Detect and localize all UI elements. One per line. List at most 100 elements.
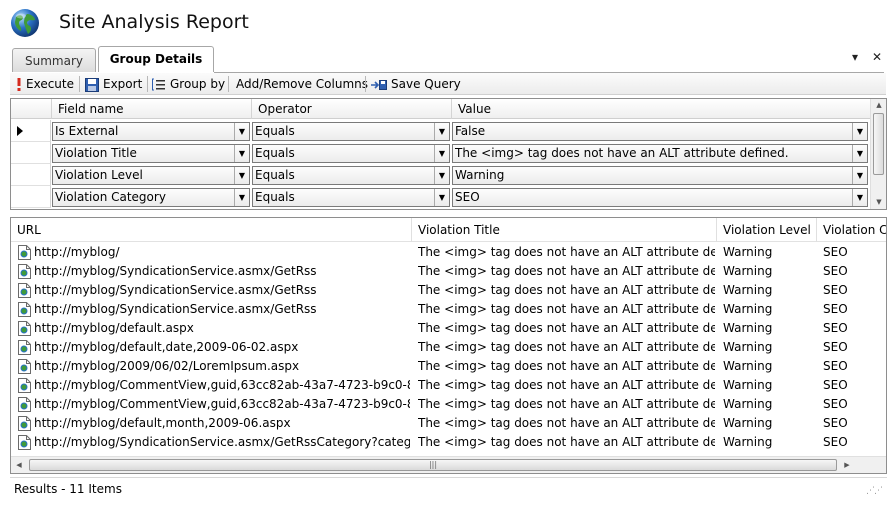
- scroll-left-icon[interactable]: ◀: [11, 457, 27, 473]
- violation-title-cell: The <img> tag does not have an ALT attri…: [418, 416, 715, 430]
- query-grid-scrollbar[interactable]: ▲ ▼: [870, 99, 886, 209]
- violation-category-cell: SEO: [823, 283, 848, 297]
- resize-grip-icon[interactable]: ⋰⋰: [866, 486, 883, 496]
- value-value: SEO: [455, 190, 480, 204]
- row-header[interactable]: [11, 142, 51, 164]
- execute-button[interactable]: Execute: [16, 76, 74, 93]
- operator-dropdown[interactable]: Equals ▼: [252, 166, 450, 185]
- scrollbar-thumb[interactable]: |||: [29, 459, 837, 471]
- tab-dropdown-icon[interactable]: ▾: [852, 50, 858, 64]
- violation-level-cell: Warning: [723, 302, 773, 316]
- scroll-up-icon[interactable]: ▲: [871, 99, 886, 112]
- save-disk-icon: [85, 77, 99, 92]
- violation-title-cell: The <img> tag does not have an ALT attri…: [418, 378, 715, 392]
- column-header-violation-title[interactable]: Violation Title: [412, 218, 717, 242]
- chevron-down-icon: ▼: [234, 167, 249, 184]
- column-header-violation-level[interactable]: Violation Level: [717, 218, 817, 242]
- scroll-right-icon[interactable]: ▶: [839, 457, 855, 473]
- value-dropdown[interactable]: False ▼: [452, 122, 868, 141]
- chevron-down-icon: ▼: [852, 123, 867, 140]
- value-dropdown[interactable]: SEO ▼: [452, 188, 868, 207]
- web-page-icon: [18, 378, 31, 393]
- column-header-url[interactable]: URL: [11, 218, 412, 242]
- table-row[interactable]: http://myblog/CommentView,guid,63cc82ab-…: [11, 376, 886, 395]
- tab-strip: Summary Group Details: [12, 46, 882, 72]
- table-row[interactable]: http://myblog/CommentView,guid,63cc82ab-…: [11, 395, 886, 414]
- chevron-down-icon: ▼: [852, 189, 867, 206]
- row-header[interactable]: [11, 186, 51, 208]
- operator-dropdown[interactable]: Equals ▼: [252, 122, 450, 141]
- table-row[interactable]: http://myblog/default.aspx The <img> tag …: [11, 319, 886, 338]
- column-header-violation-category[interactable]: Violation Ca: [817, 218, 886, 242]
- field-name-dropdown[interactable]: Violation Title ▼: [52, 144, 250, 163]
- add-remove-columns-button[interactable]: Add/Remove Columns: [236, 76, 368, 93]
- table-row[interactable]: http://myblog/SyndicationService.asmx/Ge…: [11, 262, 886, 281]
- violation-category-cell: SEO: [823, 245, 848, 259]
- row-header[interactable]: [11, 164, 51, 186]
- violation-category-cell: SEO: [823, 340, 848, 354]
- table-row[interactable]: http://myblog/2009/06/02/LoremIpsum.aspx…: [11, 357, 886, 376]
- web-page-icon: [18, 283, 31, 298]
- url-cell: http://myblog/CommentView,guid,63cc82ab-…: [34, 397, 410, 411]
- url-cell: http://myblog/SyndicationService.asmx/Ge…: [34, 302, 317, 316]
- field-name-dropdown[interactable]: Violation Category ▼: [52, 188, 250, 207]
- violation-level-cell: Warning: [723, 340, 773, 354]
- violation-category-cell: SEO: [823, 416, 848, 430]
- operator-value: Equals: [255, 168, 295, 182]
- column-header-operator[interactable]: Operator: [252, 99, 452, 119]
- results-header: URL Violation Title Violation Level Viol…: [11, 218, 886, 242]
- chevron-down-icon: ▼: [434, 189, 449, 206]
- url-cell: http://myblog/2009/06/02/LoremIpsum.aspx: [34, 359, 300, 373]
- table-row[interactable]: http://myblog/default,month,2009-06.aspx…: [11, 414, 886, 433]
- web-page-icon: [18, 340, 31, 355]
- group-by-button[interactable]: Group by: [152, 76, 225, 93]
- web-page-icon: [18, 321, 31, 336]
- violation-level-cell: Warning: [723, 435, 773, 449]
- operator-dropdown[interactable]: Equals ▼: [252, 144, 450, 163]
- web-page-icon: [18, 359, 31, 374]
- tab-group-details[interactable]: Group Details: [98, 46, 214, 72]
- status-bar: Results - 11 Items: [10, 477, 887, 499]
- web-page-icon: [18, 416, 31, 431]
- table-row[interactable]: http://myblog/SyndicationService.asmx/Ge…: [11, 433, 886, 452]
- web-page-icon: [18, 245, 31, 260]
- web-page-icon: [18, 397, 31, 412]
- tab-summary[interactable]: Summary: [12, 48, 96, 72]
- save-query-label: Save Query: [391, 77, 461, 91]
- chevron-down-icon: ▼: [852, 167, 867, 184]
- value-value: False: [455, 124, 486, 138]
- row-header[interactable]: [11, 120, 51, 142]
- scroll-down-icon[interactable]: ▼: [871, 196, 886, 209]
- value-dropdown[interactable]: The <img> tag does not have an ALT attri…: [452, 144, 868, 163]
- scrollbar-thumb[interactable]: [873, 113, 884, 175]
- table-row[interactable]: http://myblog/SyndicationService.asmx/Ge…: [11, 281, 886, 300]
- export-button[interactable]: Export: [85, 76, 142, 93]
- close-icon[interactable]: ✕: [872, 50, 882, 64]
- url-cell: http://myblog/SyndicationService.asmx/Ge…: [34, 264, 317, 278]
- field-name-dropdown[interactable]: Violation Level ▼: [52, 166, 250, 185]
- table-row[interactable]: http://myblog/SyndicationService.asmx/Ge…: [11, 300, 886, 319]
- table-row[interactable]: http://myblog/default,date,2009-06-02.as…: [11, 338, 886, 357]
- column-header-value[interactable]: Value: [452, 99, 871, 119]
- value-dropdown[interactable]: Warning ▼: [452, 166, 868, 185]
- field-name-value: Violation Level: [55, 168, 143, 182]
- violation-category-cell: SEO: [823, 321, 848, 335]
- violation-category-cell: SEO: [823, 359, 848, 373]
- violation-title-cell: The <img> tag does not have an ALT attri…: [418, 283, 715, 297]
- column-header-field-name[interactable]: Field name: [52, 99, 252, 119]
- save-query-button[interactable]: Save Query: [371, 76, 461, 93]
- results-horizontal-scrollbar[interactable]: ◀ ||| ▶: [11, 456, 886, 473]
- url-cell: http://myblog/default,month,2009-06.aspx: [34, 416, 291, 430]
- violation-category-cell: SEO: [823, 378, 848, 392]
- violation-category-cell: SEO: [823, 435, 848, 449]
- toolbar-separator: [228, 76, 229, 92]
- operator-dropdown[interactable]: Equals ▼: [252, 188, 450, 207]
- violation-level-cell: Warning: [723, 283, 773, 297]
- field-name-value: Violation Category: [55, 190, 166, 204]
- chevron-down-icon: ▼: [234, 123, 249, 140]
- table-row[interactable]: http://myblog/The <img> tag does not hav…: [11, 243, 886, 262]
- field-name-dropdown[interactable]: Is External ▼: [52, 122, 250, 141]
- violation-title-cell: The <img> tag does not have an ALT attri…: [418, 245, 715, 259]
- query-grid-header: Field name Operator Value: [11, 99, 871, 119]
- url-cell: http://myblog/SyndicationService.asmx/Ge…: [34, 283, 317, 297]
